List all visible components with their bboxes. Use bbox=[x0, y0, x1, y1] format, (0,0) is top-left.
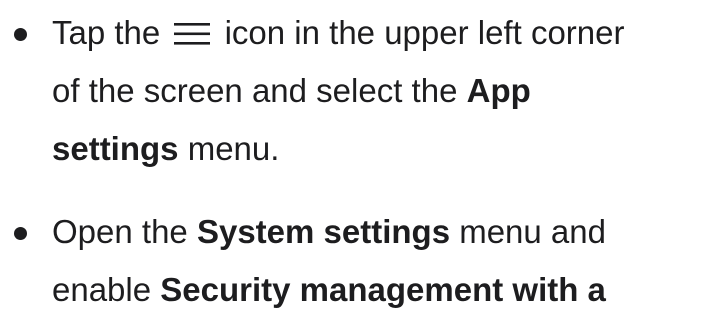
instruction-step-1: Tap the icon in the upper left corner of… bbox=[0, 0, 713, 178]
hamburger-menu-icon bbox=[174, 23, 211, 45]
step-1-line-1: Tap the icon in the upper left corner bbox=[52, 4, 713, 62]
security-management-label: Security management with a bbox=[160, 271, 606, 308]
system-settings-label: System settings bbox=[196, 213, 451, 250]
step-1-text: menu. bbox=[187, 130, 280, 167]
step-2-text: menu and bbox=[459, 213, 606, 250]
step-1-line-2: of the screen and select the App bbox=[52, 62, 713, 120]
step-1-text: Tap the bbox=[52, 14, 161, 51]
step-2-text: enable bbox=[52, 271, 152, 308]
step-2-text: Open the bbox=[52, 213, 188, 250]
app-settings-label: settings bbox=[52, 130, 179, 167]
step-1-line-3: settings menu. bbox=[52, 120, 713, 178]
app-settings-label: App bbox=[466, 72, 531, 109]
step-2-line-1: Open the System settings menu and bbox=[52, 203, 713, 261]
instruction-step-2: Open the System settings menu and enable… bbox=[0, 203, 713, 319]
step-1-text: of the screen and select the bbox=[52, 72, 458, 109]
step-1-text: icon in the upper left corner bbox=[224, 14, 625, 51]
bullet-point bbox=[14, 227, 27, 240]
step-2-line-2: enable Security management with a bbox=[52, 261, 713, 319]
bullet-point bbox=[14, 28, 27, 41]
instruction-list: Tap the icon in the upper left corner of… bbox=[0, 0, 713, 319]
